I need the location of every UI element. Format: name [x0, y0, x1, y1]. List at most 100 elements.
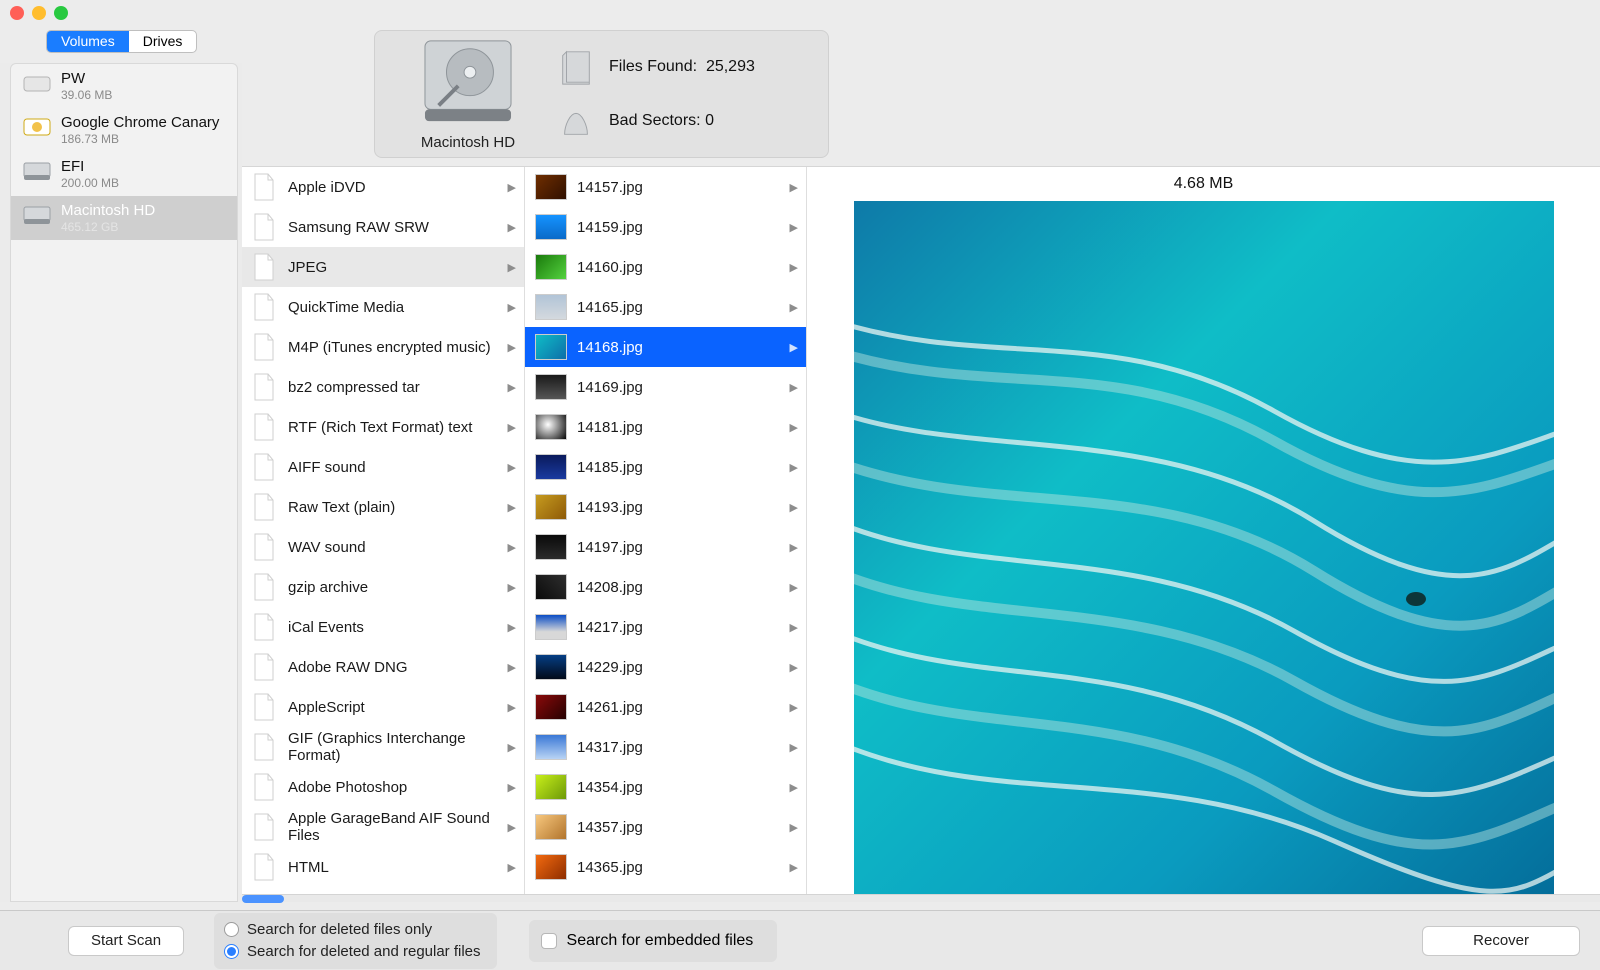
file-item[interactable]: 14159.jpg▶	[525, 207, 806, 247]
drive-icon	[23, 160, 51, 182]
volume-item[interactable]: PW39.06 MB	[11, 64, 237, 108]
filetype-icon	[252, 573, 276, 601]
filetype-label: GIF (Graphics Interchange Format)	[288, 730, 514, 764]
footer-bar: Start Scan Search for deleted files only…	[0, 910, 1600, 970]
filetype-label: bz2 compressed tar	[288, 379, 420, 396]
chevron-right-icon: ▶	[790, 301, 798, 314]
filetype-item[interactable]: M4P (iTunes encrypted music)▶	[242, 327, 524, 367]
drive-icon	[23, 72, 51, 94]
file-name: 14193.jpg	[577, 499, 643, 516]
file-thumbnail	[535, 654, 567, 680]
file-item[interactable]: 14157.jpg▶	[525, 167, 806, 207]
filetype-item[interactable]: Adobe Photoshop▶	[242, 767, 524, 807]
filetype-item[interactable]: RTF (Rich Text Format) text▶	[242, 407, 524, 447]
segment-drives[interactable]: Drives	[129, 31, 197, 52]
file-item[interactable]: 14229.jpg▶	[525, 647, 806, 687]
horizontal-scrollbar[interactable]	[242, 894, 1600, 902]
chevron-right-icon: ▶	[790, 341, 798, 354]
file-item[interactable]: 14357.jpg▶	[525, 807, 806, 847]
filetype-item[interactable]: JPEG▶	[242, 247, 524, 287]
filetype-item[interactable]: bz2 compressed tar▶	[242, 367, 524, 407]
volume-size: 465.12 GB	[61, 220, 155, 234]
filetype-label: JPEG	[288, 259, 327, 276]
filetype-item[interactable]: gzip archive▶	[242, 567, 524, 607]
embedded-files-checkbox[interactable]: Search for embedded files	[529, 920, 778, 962]
file-thumbnail	[535, 454, 567, 480]
file-item[interactable]: 14261.jpg▶	[525, 687, 806, 727]
file-thumbnail	[535, 814, 567, 840]
chevron-right-icon: ▶	[508, 421, 516, 434]
file-thumbnail	[535, 174, 567, 200]
volume-item[interactable]: Google Chrome Canary186.73 MB	[11, 108, 237, 152]
volume-item[interactable]: EFI200.00 MB	[11, 152, 237, 196]
radio-deleted-and-regular[interactable]: Search for deleted and regular files	[224, 941, 480, 963]
file-item[interactable]: 14197.jpg▶	[525, 527, 806, 567]
file-thumbnail	[535, 294, 567, 320]
file-item[interactable]: 14354.jpg▶	[525, 767, 806, 807]
file-item[interactable]: 14317.jpg▶	[525, 727, 806, 767]
chevron-right-icon: ▶	[508, 661, 516, 674]
filetype-item[interactable]: Raw Text (plain)▶	[242, 487, 524, 527]
file-thumbnail	[535, 854, 567, 880]
file-name: 14160.jpg	[577, 259, 643, 276]
file-thumbnail	[535, 614, 567, 640]
chevron-right-icon: ▶	[790, 381, 798, 394]
file-item[interactable]: 14208.jpg▶	[525, 567, 806, 607]
filetype-item[interactable]: AppleScript▶	[242, 687, 524, 727]
filetype-item[interactable]: HTML▶	[242, 847, 524, 887]
file-name: 14197.jpg	[577, 539, 643, 556]
file-item[interactable]: 14168.jpg▶	[525, 327, 806, 367]
window-zoom-button[interactable]	[54, 6, 68, 20]
filetype-item[interactable]: iCal Events▶	[242, 607, 524, 647]
filetype-label: AIFF sound	[288, 459, 366, 476]
file-item[interactable]: 14365.jpg▶	[525, 847, 806, 887]
file-item[interactable]: 14181.jpg▶	[525, 407, 806, 447]
file-name: 14159.jpg	[577, 219, 643, 236]
filetype-item[interactable]: Apple iDVD▶	[242, 167, 524, 207]
file-name: 14208.jpg	[577, 579, 643, 596]
filetype-item[interactable]: GIF (Graphics Interchange Format)▶	[242, 727, 524, 767]
chevron-right-icon: ▶	[790, 781, 798, 794]
volume-size: 200.00 MB	[61, 176, 119, 190]
file-item[interactable]: 14169.jpg▶	[525, 367, 806, 407]
file-item[interactable]: 14185.jpg▶	[525, 447, 806, 487]
chevron-right-icon: ▶	[790, 501, 798, 514]
volume-name: Macintosh HD	[61, 202, 155, 220]
file-thumbnail	[535, 534, 567, 560]
filetype-label: gzip archive	[288, 579, 368, 596]
file-name: 14165.jpg	[577, 299, 643, 316]
radio-deleted-only[interactable]: Search for deleted files only	[224, 919, 480, 941]
window-minimize-button[interactable]	[32, 6, 46, 20]
file-item[interactable]: 14165.jpg ▶	[525, 287, 806, 327]
volume-size: 39.06 MB	[61, 88, 112, 102]
recover-button[interactable]: Recover	[1422, 926, 1580, 956]
filetype-icon	[252, 533, 276, 561]
filetype-item[interactable]: Adobe RAW DNG▶	[242, 647, 524, 687]
volumes-sidebar: PW39.06 MBGoogle Chrome Canary186.73 MBE…	[0, 63, 242, 902]
file-item[interactable]: 14160.jpg▶	[525, 247, 806, 287]
file-thumbnail	[535, 254, 567, 280]
chevron-right-icon: ▶	[790, 421, 798, 434]
radio-label: Search for deleted files only	[247, 921, 432, 938]
file-thumbnail	[535, 374, 567, 400]
filetype-item[interactable]: Apple GarageBand AIF Sound Files▶	[242, 807, 524, 847]
filetype-item[interactable]: WAV sound▶	[242, 527, 524, 567]
file-item[interactable]: 14217.jpg▶	[525, 607, 806, 647]
chevron-right-icon: ▶	[790, 621, 798, 634]
chevron-right-icon: ▶	[790, 861, 798, 874]
file-item[interactable]: 14193.jpg ▶	[525, 487, 806, 527]
filetype-item[interactable]: QuickTime Media▶	[242, 287, 524, 327]
filetype-item[interactable]: AIFF sound▶	[242, 447, 524, 487]
file-name: 14229.jpg	[577, 659, 643, 676]
file-thumbnail	[535, 774, 567, 800]
window-close-button[interactable]	[10, 6, 24, 20]
chevron-right-icon: ▶	[508, 341, 516, 354]
file-name: 14357.jpg	[577, 819, 643, 836]
volume-name: EFI	[61, 158, 119, 176]
volume-item[interactable]: Macintosh HD465.12 GB	[11, 196, 237, 240]
filetype-item[interactable]: Samsung RAW SRW▶	[242, 207, 524, 247]
filetype-icon	[252, 613, 276, 641]
start-scan-button[interactable]: Start Scan	[68, 926, 184, 956]
segment-volumes[interactable]: Volumes	[47, 31, 129, 52]
chevron-right-icon: ▶	[508, 781, 516, 794]
